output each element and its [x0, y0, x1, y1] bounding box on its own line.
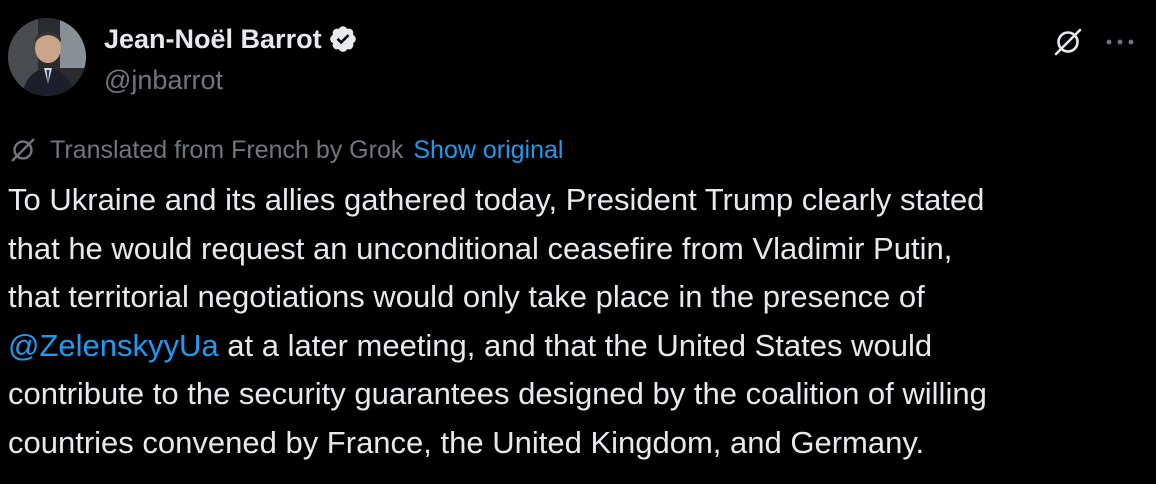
verified-badge-icon — [328, 24, 358, 54]
author-name[interactable]: Jean-Noël Barrot — [104, 22, 358, 56]
grok-icon — [8, 134, 42, 166]
grok-button[interactable] — [1048, 22, 1088, 62]
post-text-line: @ZelenskyyUa at a later meeting, and tha… — [8, 322, 1148, 371]
author-name-text[interactable]: Jean-Noël Barrot — [104, 22, 322, 56]
profile-photo-icon — [8, 18, 86, 96]
author-handle[interactable]: @jnbarrot — [104, 63, 223, 97]
mention-link[interactable]: @ZelenskyyUa — [8, 328, 219, 363]
post-text: To Ukraine and its allies gathered today… — [8, 176, 1148, 467]
post-card: Jean-Noël Barrot @jnbarrot Translated fr… — [0, 0, 1156, 484]
post-text-line: contribute to the security guarantees de… — [8, 376, 987, 411]
avatar[interactable] — [8, 18, 86, 96]
show-original-link[interactable]: Show original — [413, 136, 563, 165]
more-dots-icon — [1106, 39, 1134, 45]
post-text-line: that territorial negotiations would only… — [8, 279, 925, 314]
post-text-line: countries convened by France, the United… — [8, 424, 925, 460]
post-text-line: that he would request an unconditional c… — [8, 230, 953, 266]
translation-bar: Translated from French by Grok Show orig… — [8, 134, 563, 166]
translation-note: Translated from French by Grok — [50, 135, 404, 164]
grok-icon — [1054, 28, 1082, 56]
post-text-fragment: at a later meeting, and that the United … — [218, 327, 933, 363]
post-text-line: To Ukraine and its allies gathered today… — [8, 182, 985, 217]
more-options-button[interactable] — [1098, 22, 1142, 62]
